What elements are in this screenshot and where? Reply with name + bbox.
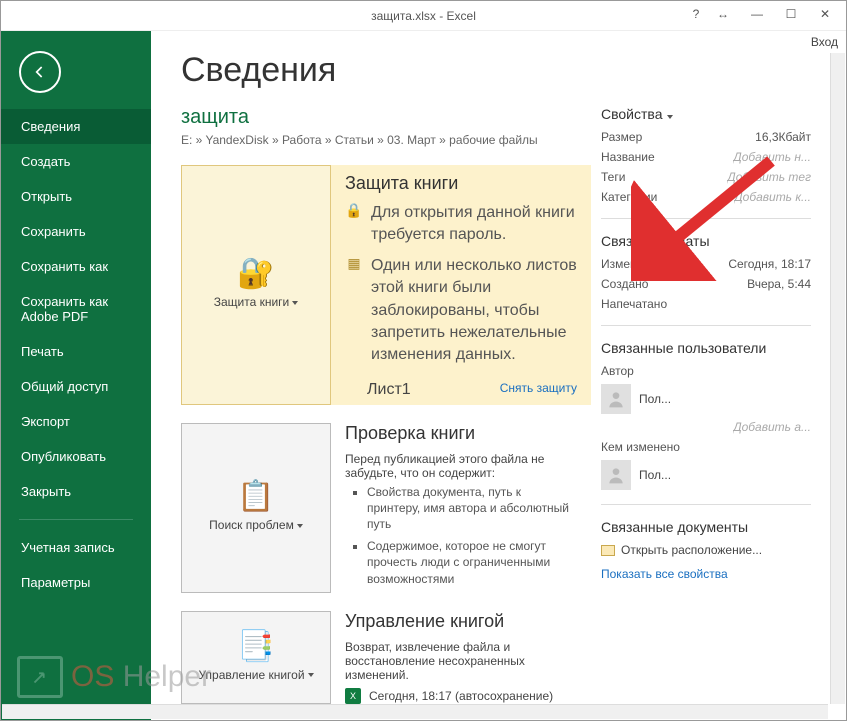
sidebar-item-5[interactable]: Сохранить как Adobe PDF <box>1 284 151 334</box>
unprotect-link[interactable]: Снять защиту <box>500 381 577 399</box>
inspect-section-title: Проверка книги <box>345 423 577 444</box>
inspect-intro: Перед публикацией этого файла не забудьт… <box>345 452 577 480</box>
ribbon-mode-icon[interactable]: ↔ <box>706 3 740 25</box>
titlebar: защита.xlsx - Excel ? ↔ — ☐ ✕ <box>1 1 846 31</box>
excel-file-icon: X <box>345 688 361 704</box>
lock-key-icon: 🔐 <box>237 259 274 289</box>
maximize-icon[interactable]: ☐ <box>774 3 808 25</box>
chevron-down-icon <box>308 673 314 677</box>
chevron-down-icon <box>292 301 298 305</box>
open-file-location-link[interactable]: Открыть расположение... <box>601 543 811 557</box>
sidebar-item-8[interactable]: Экспорт <box>1 404 151 439</box>
sidebar-item-9[interactable]: Опубликовать <box>1 439 151 474</box>
autosave-entry[interactable]: Сегодня, 18:17 (автосохранение) <box>369 689 553 703</box>
sidebar-separator <box>19 519 133 520</box>
locked-sheets-message: Один или несколько листов этой книги был… <box>371 255 577 367</box>
modified-by-name[interactable]: Пол... <box>639 468 811 482</box>
arrow-left-icon <box>30 62 50 82</box>
vertical-scrollbar[interactable] <box>830 53 845 704</box>
manage-icon: 📑 <box>237 632 274 662</box>
sidebar-item-1[interactable]: Создать <box>1 144 151 179</box>
check-issues-button[interactable]: 📋 Поиск проблем <box>181 423 331 593</box>
date-row: ИзмененоСегодня, 18:17 <box>601 257 811 271</box>
manage-workbook-button[interactable]: 📑 Управление книгой <box>181 611 331 704</box>
sidebar-item-10[interactable]: Закрыть <box>1 474 151 509</box>
locked-sheets-icon: ▦ <box>345 255 363 272</box>
password-required-message: Для открытия данной книги требуется паро… <box>371 202 577 247</box>
horizontal-scrollbar[interactable] <box>2 704 828 719</box>
minimize-icon[interactable]: — <box>740 3 774 25</box>
check-issues-label: Поиск проблем <box>209 518 294 532</box>
sidebar-footer-item-0[interactable]: Учетная запись <box>1 530 151 565</box>
date-row: СозданоВчера, 5:44 <box>601 277 811 291</box>
property-row: НазваниеДобавить н... <box>601 150 811 164</box>
sidebar-item-6[interactable]: Печать <box>1 334 151 369</box>
related-docs-heading: Связанные документы <box>601 519 811 535</box>
properties-heading[interactable]: Свойства <box>601 106 811 122</box>
inspect-bullet: Свойства документа, путь к принтеру, имя… <box>367 484 577 533</box>
breadcrumb: E: » YandexDisk » Работа » Статьи » 03. … <box>181 133 591 147</box>
page-title: Сведения <box>181 51 818 90</box>
related-users-heading: Связанные пользователи <box>601 340 811 356</box>
protect-section-title: Защита книги <box>345 173 577 194</box>
author-label: Автор <box>601 364 634 378</box>
info-panel: Сведения защита E: » YandexDisk » Работа… <box>151 31 846 720</box>
sidebar-item-2[interactable]: Открыть <box>1 179 151 214</box>
locked-sheet-name: Лист1 <box>367 381 411 399</box>
manage-section-title: Управление книгой <box>345 611 577 632</box>
backstage-sidebar: СведенияСоздатьОткрытьСохранитьСохранить… <box>1 31 151 720</box>
protect-workbook-button[interactable]: 🔐 Защита книги <box>181 165 331 405</box>
chevron-down-icon <box>297 524 303 528</box>
sidebar-item-0[interactable]: Сведения <box>1 109 151 144</box>
sidebar-item-3[interactable]: Сохранить <box>1 214 151 249</box>
avatar <box>601 384 631 414</box>
add-author-link[interactable]: Добавить а... <box>733 420 811 434</box>
author-name[interactable]: Пол... <box>639 392 811 406</box>
inspect-icon: 📋 <box>237 482 274 512</box>
modified-by-label: Кем изменено <box>601 440 680 454</box>
folder-icon <box>601 545 615 556</box>
property-row: Размер16,3Кбайт <box>601 130 811 144</box>
avatar <box>601 460 631 490</box>
back-button[interactable] <box>19 51 61 93</box>
related-dates-heading: Связанные даты <box>601 233 811 249</box>
date-row: Напечатано <box>601 297 811 311</box>
close-icon[interactable]: ✕ <box>808 3 842 25</box>
property-row: КатегорииДобавить к... <box>601 190 811 204</box>
sidebar-item-4[interactable]: Сохранить как <box>1 249 151 284</box>
property-row: ТегиДобавить тег <box>601 170 811 184</box>
document-filename: защита <box>181 106 591 129</box>
sidebar-item-7[interactable]: Общий доступ <box>1 369 151 404</box>
manage-workbook-label: Управление книгой <box>198 668 304 682</box>
help-icon[interactable]: ? <box>686 3 706 25</box>
show-all-properties-link[interactable]: Показать все свойства <box>601 567 811 581</box>
sidebar-footer-item-1[interactable]: Параметры <box>1 565 151 600</box>
inspect-bullet: Содержимое, которое не смогут прочесть л… <box>367 538 577 587</box>
protect-workbook-label: Защита книги <box>214 295 290 309</box>
password-required-icon: 🔒 <box>345 202 363 219</box>
manage-intro: Возврат, извлечение файла и восстановлен… <box>345 640 577 682</box>
